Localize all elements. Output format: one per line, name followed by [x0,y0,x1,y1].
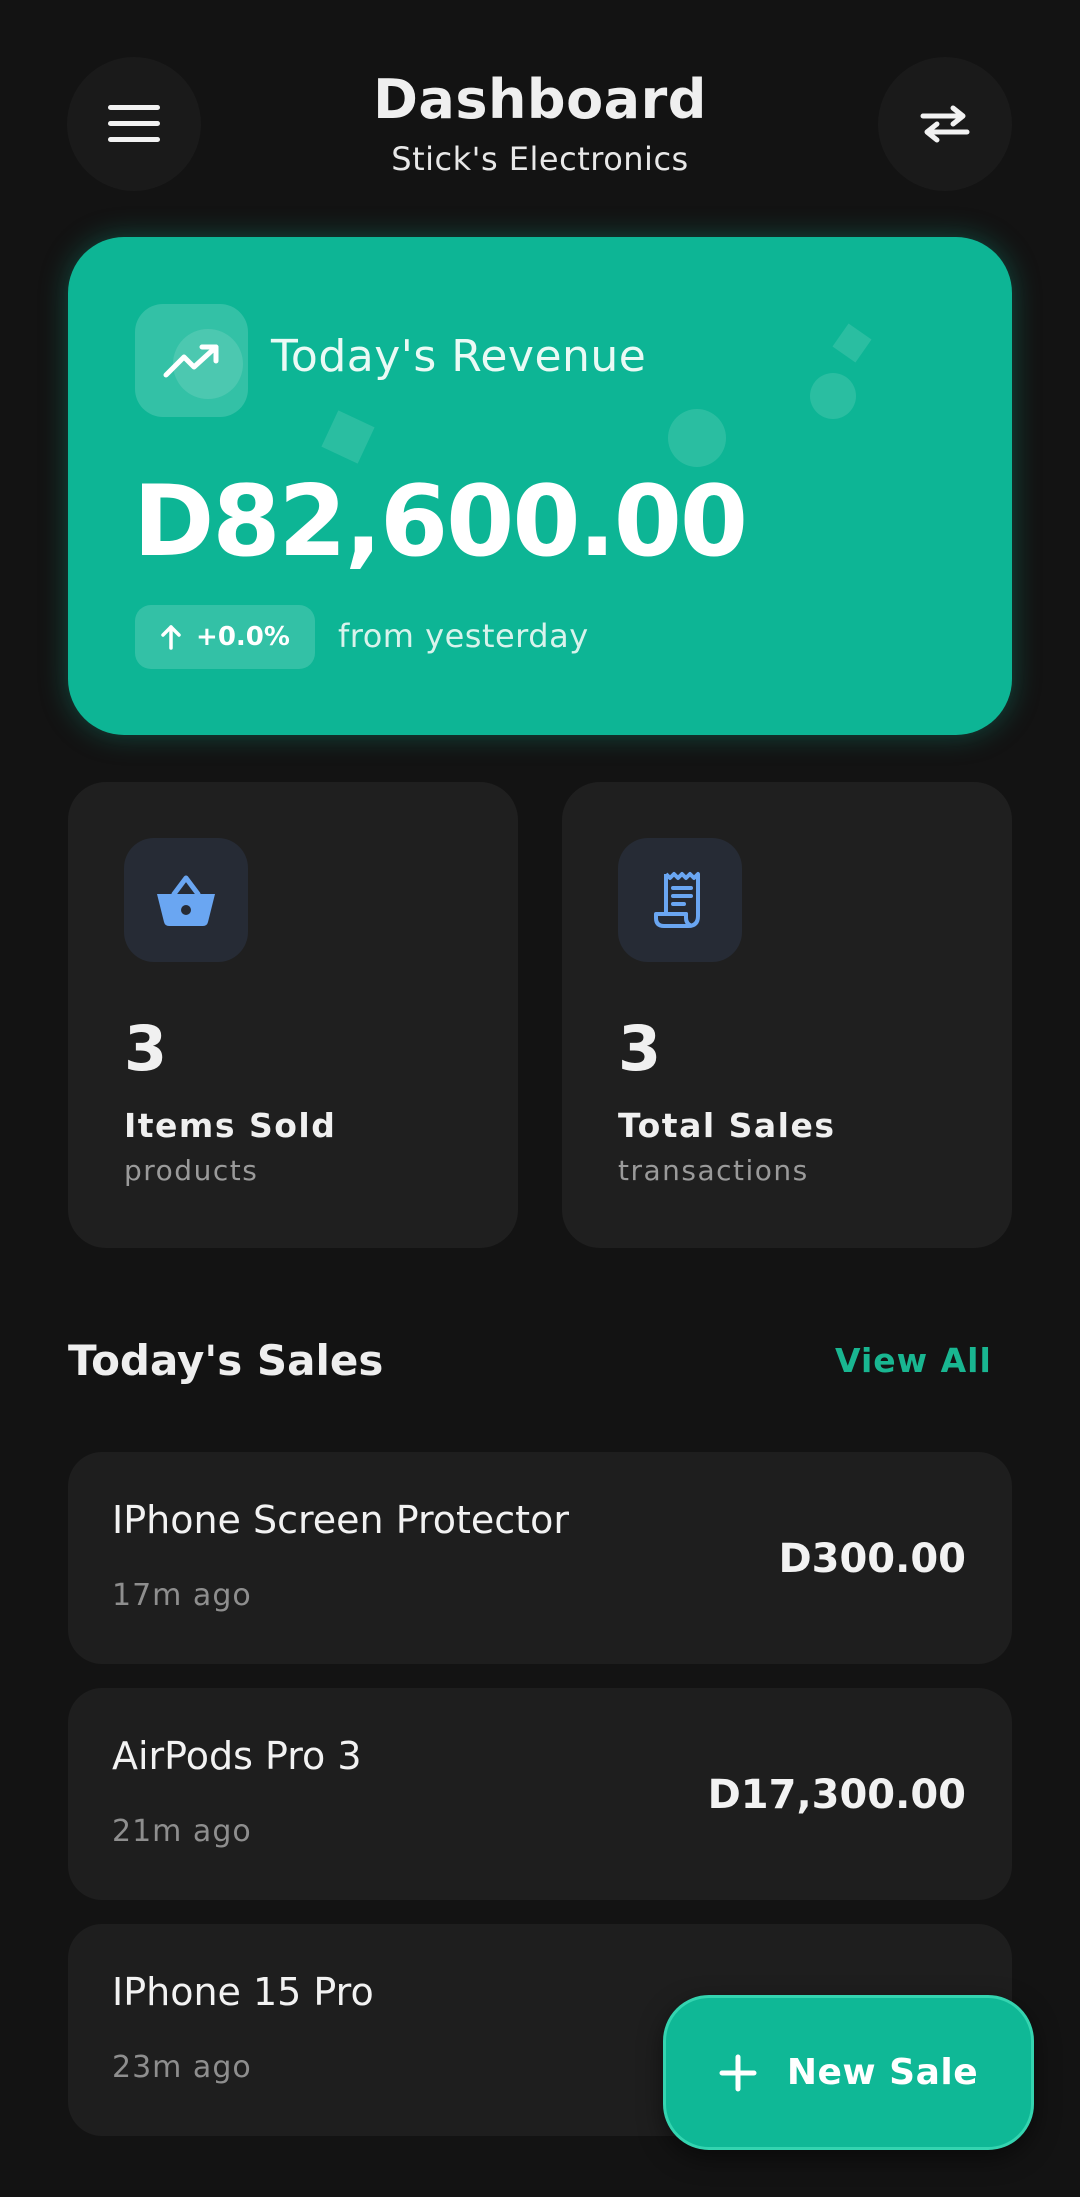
new-sale-button[interactable]: New Sale [663,1995,1034,2150]
trending-up-icon [163,344,218,377]
items-sold-value: 3 [124,1012,168,1085]
stat-icon-box [618,838,742,962]
items-sold-label: Items Sold [124,1106,337,1145]
sale-item-amount: D300.00 [778,1536,966,1582]
total-sales-unit: transactions [618,1154,809,1187]
sale-item-amount: D17,300.00 [707,1772,966,1818]
sale-item-name: IPhone Screen Protector [112,1498,569,1542]
sale-item-name: AirPods Pro 3 [112,1734,362,1778]
items-sold-card[interactable]: 3 Items Sold products [68,782,518,1248]
new-sale-label: New Sale [786,2052,979,2093]
revenue-icon-box [135,304,248,417]
decoration-square [832,323,872,363]
arrow-up-icon [161,625,181,650]
items-sold-unit: products [124,1154,259,1187]
revenue-card: Today's Revenue D82,600.00 +0.0% from ye… [68,237,1012,735]
sale-item-time: 17m ago [112,1578,252,1613]
total-sales-value: 3 [618,1012,662,1085]
revenue-change-value: +0.0% [196,622,290,652]
total-sales-label: Total Sales [618,1106,836,1145]
receipt-icon [654,872,700,928]
decoration-square [321,410,375,464]
revenue-change-badge: +0.0% [135,605,315,669]
revenue-change-label: from yesterday [338,617,589,655]
decoration-circle [668,409,726,467]
view-all-link[interactable]: View All [835,1341,992,1380]
decoration-circle [810,373,856,419]
swap-arrows-icon [920,105,970,143]
basket-icon [157,875,215,926]
sale-item-time: 23m ago [112,2050,252,2085]
revenue-amount: D82,600.00 [133,465,748,579]
sale-item-name: IPhone 15 Pro [112,1970,374,2014]
plus-icon [719,2054,757,2091]
revenue-label: Today's Revenue [271,331,647,382]
sale-list-item[interactable]: AirPods Pro 3 21m ago D17,300.00 [68,1688,1012,1900]
sale-item-time: 21m ago [112,1814,252,1849]
sale-list-item[interactable]: IPhone Screen Protector 17m ago D300.00 [68,1452,1012,1664]
total-sales-card[interactable]: 3 Total Sales transactions [562,782,1012,1248]
sales-section-title: Today's Sales [68,1336,384,1385]
switch-store-button[interactable] [878,57,1012,191]
stat-icon-box [124,838,248,962]
